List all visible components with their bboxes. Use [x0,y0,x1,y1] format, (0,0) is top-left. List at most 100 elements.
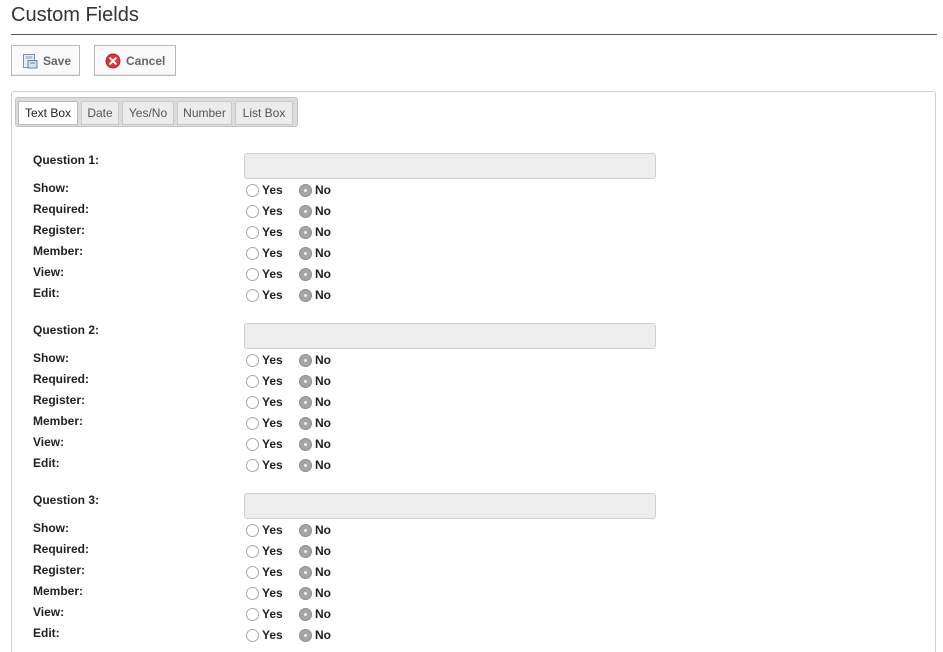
radio-checked-icon [299,267,312,281]
question-3-label: Question 3: [33,493,100,507]
question-2-show-yes-radio[interactable]: Yes [246,353,283,367]
question-3-view-label: View: [33,605,65,619]
question-3-show-yes-radio[interactable]: Yes [246,523,283,537]
question-2-label: Question 2: [33,323,100,337]
question-2-member-no-radio[interactable]: No [299,416,331,430]
radio-checked-icon [299,586,312,600]
question-2-member-yes-radio[interactable]: Yes [246,416,283,430]
radio-unchecked-icon [246,458,259,472]
radio-checked-icon [299,628,312,642]
radio-no-label: No [315,565,331,579]
radio-unchecked-icon [246,437,259,451]
tab-list-box[interactable]: List Box [235,101,293,125]
radio-checked-icon [299,353,312,367]
radio-checked-icon [299,183,312,197]
cancel-button[interactable]: Cancel [94,45,176,76]
question-1-register-yes-radio[interactable]: Yes [246,225,283,239]
question-1-view-label: View: [33,265,65,279]
radio-checked-icon [299,437,312,451]
question-3-view-yes-radio[interactable]: Yes [246,607,283,621]
radio-yes-label: Yes [262,374,283,388]
question-3-register-no-radio[interactable]: No [299,565,331,579]
question-3-input[interactable] [244,493,656,519]
radio-yes-label: Yes [262,628,283,642]
question-1-show-yes-radio[interactable]: Yes [246,183,283,197]
radio-unchecked-icon [246,288,259,302]
radio-no-label: No [315,288,331,302]
question-1-view-no-radio[interactable]: No [299,267,331,281]
title-divider [11,34,937,35]
radio-checked-icon [299,458,312,472]
question-3-view-no-radio[interactable]: No [299,607,331,621]
tab-number[interactable]: Number [177,101,232,125]
question-2-member-label: Member: [33,414,84,428]
radio-unchecked-icon [246,586,259,600]
question-2-edit-yes-radio[interactable]: Yes [246,458,283,472]
radio-checked-icon [299,395,312,409]
question-2-input[interactable] [244,323,656,349]
question-3-required-no-radio[interactable]: No [299,544,331,558]
radio-no-label: No [315,523,331,537]
question-2-view-no-radio[interactable]: No [299,437,331,451]
question-3-show-no-radio[interactable]: No [299,523,331,537]
question-3-required-yes-radio[interactable]: Yes [246,544,283,558]
question-2-register-yes-radio[interactable]: Yes [246,395,283,409]
custom-fields-page: Custom Fields Save Cancel Text Box Date … [0,0,943,652]
question-1-member-yes-radio[interactable]: Yes [246,246,283,260]
radio-checked-icon [299,607,312,621]
question-2-edit-no-radio[interactable]: No [299,458,331,472]
save-icon [22,53,38,69]
radio-unchecked-icon [246,416,259,430]
radio-unchecked-icon [246,267,259,281]
question-1-show-no-radio[interactable]: No [299,183,331,197]
tab-date[interactable]: Date [81,101,119,125]
question-1-edit-yes-radio[interactable]: Yes [246,288,283,302]
question-3-member-yes-radio[interactable]: Yes [246,586,283,600]
radio-no-label: No [315,374,331,388]
radio-yes-label: Yes [262,246,283,260]
save-button[interactable]: Save [11,45,80,76]
question-1-input[interactable] [244,153,656,179]
question-2-required-yes-radio[interactable]: Yes [246,374,283,388]
radio-yes-label: Yes [262,183,283,197]
radio-unchecked-icon [246,565,259,579]
question-3-register-yes-radio[interactable]: Yes [246,565,283,579]
radio-unchecked-icon [246,374,259,388]
question-1-view-yes-radio[interactable]: Yes [246,267,283,281]
question-2-register-no-radio[interactable]: No [299,395,331,409]
radio-unchecked-icon [246,395,259,409]
radio-unchecked-icon [246,523,259,537]
cancel-button-label: Cancel [126,53,166,68]
question-1-member-label: Member: [33,244,84,258]
radio-yes-label: Yes [262,288,283,302]
question-3-edit-no-radio[interactable]: No [299,628,331,642]
question-1-register-no-radio[interactable]: No [299,225,331,239]
question-2-show-no-radio[interactable]: No [299,353,331,367]
tab-yes-no[interactable]: Yes/No [122,101,174,125]
question-1-required-no-radio[interactable]: No [299,204,331,218]
radio-no-label: No [315,183,331,197]
question-3-member-no-radio[interactable]: No [299,586,331,600]
radio-yes-label: Yes [262,565,283,579]
question-1-edit-label: Edit: [33,286,60,300]
question-2-required-no-radio[interactable]: No [299,374,331,388]
question-3-register-label: Register: [33,563,86,577]
question-1-member-no-radio[interactable]: No [299,246,331,260]
radio-checked-icon [299,544,312,558]
radio-checked-icon [299,565,312,579]
radio-no-label: No [315,395,331,409]
radio-yes-label: Yes [262,416,283,430]
question-1-required-label: Required: [33,202,90,216]
radio-unchecked-icon [246,204,259,218]
question-3-edit-yes-radio[interactable]: Yes [246,628,283,642]
question-2-view-yes-radio[interactable]: Yes [246,437,283,451]
radio-yes-label: Yes [262,204,283,218]
radio-no-label: No [315,267,331,281]
question-1-required-yes-radio[interactable]: Yes [246,204,283,218]
radio-checked-icon [299,246,312,260]
radio-yes-label: Yes [262,458,283,472]
tab-text-box[interactable]: Text Box [18,101,78,125]
question-1-register-label: Register: [33,223,86,237]
question-1-edit-no-radio[interactable]: No [299,288,331,302]
radio-yes-label: Yes [262,437,283,451]
